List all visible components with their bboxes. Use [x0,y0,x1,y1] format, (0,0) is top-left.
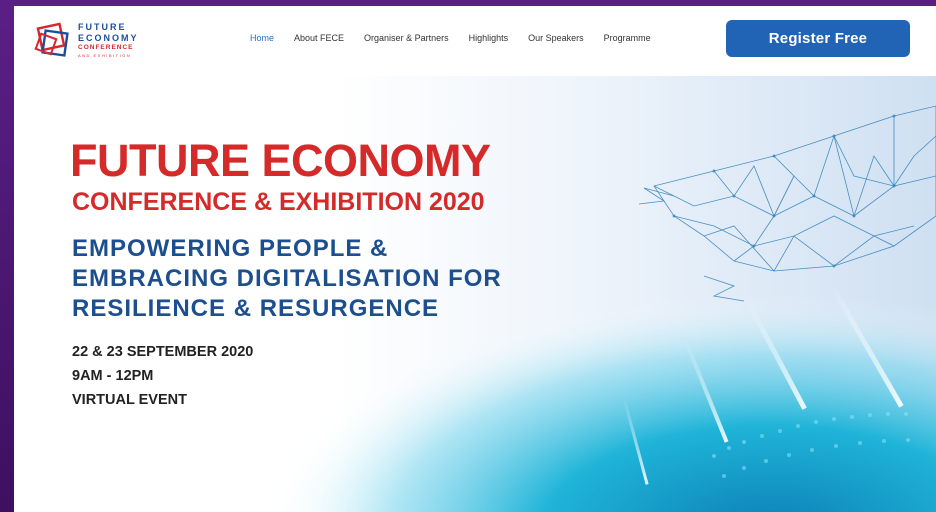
hero-title: FUTURE ECONOMY [70,135,491,186]
nav-item-organiser-partners[interactable]: Organiser & Partners [364,33,449,43]
site-header: FUTURE ECONOMY CONFERENCE AND EXHIBITION… [14,6,936,76]
logo-line-economy: ECONOMY [78,33,139,43]
register-free-button[interactable]: Register Free [726,20,910,57]
nav-item-about-fece[interactable]: About FECE [294,33,344,43]
site-logo[interactable]: FUTURE ECONOMY CONFERENCE AND EXHIBITION [32,20,172,64]
nav-item-programme[interactable]: Programme [604,33,651,43]
web-page: FUTURE ECONOMY CONFERENCE AND EXHIBITION… [14,6,936,512]
nav-item-our-speakers[interactable]: Our Speakers [528,33,584,43]
logo-line-future: FUTURE [78,22,127,32]
logo-wordmark: FUTURE ECONOMY CONFERENCE AND EXHIBITION [78,23,139,58]
tagline-line-3: RESILIENCE & RESURGENCE [72,295,440,322]
logo-line-conference: CONFERENCE [78,44,134,51]
event-date: 22 & 23 SEPTEMBER 2020 [72,344,254,360]
logo-line-exhibition: AND EXHIBITION [78,52,132,58]
nav-item-highlights[interactable]: Highlights [469,33,509,43]
hero-subtitle: CONFERENCE & EXHIBITION 2020 [72,188,485,216]
logo-mark-icon [34,22,69,57]
hero-banner: FUTURE ECONOMY CONFERENCE & EXHIBITION 2… [14,76,936,512]
tagline-line-1: EMPOWERING PEOPLE & [72,235,389,262]
event-details: 22 & 23 SEPTEMBER 2020 9AM - 12PM VIRTUA… [72,340,253,412]
tagline-line-2: EMBRACING DIGITALISATION FOR [72,265,502,292]
event-type: VIRTUAL EVENT [72,392,187,408]
frame-left-border [0,0,14,512]
event-time: 9AM - 12PM [72,368,154,384]
nav-item-home[interactable]: Home [250,33,274,43]
main-nav: Home About FECE Organiser & Partners Hig… [250,33,651,43]
hero-tagline: EMPOWERING PEOPLE & EMBRACING DIGITALISA… [72,234,502,324]
